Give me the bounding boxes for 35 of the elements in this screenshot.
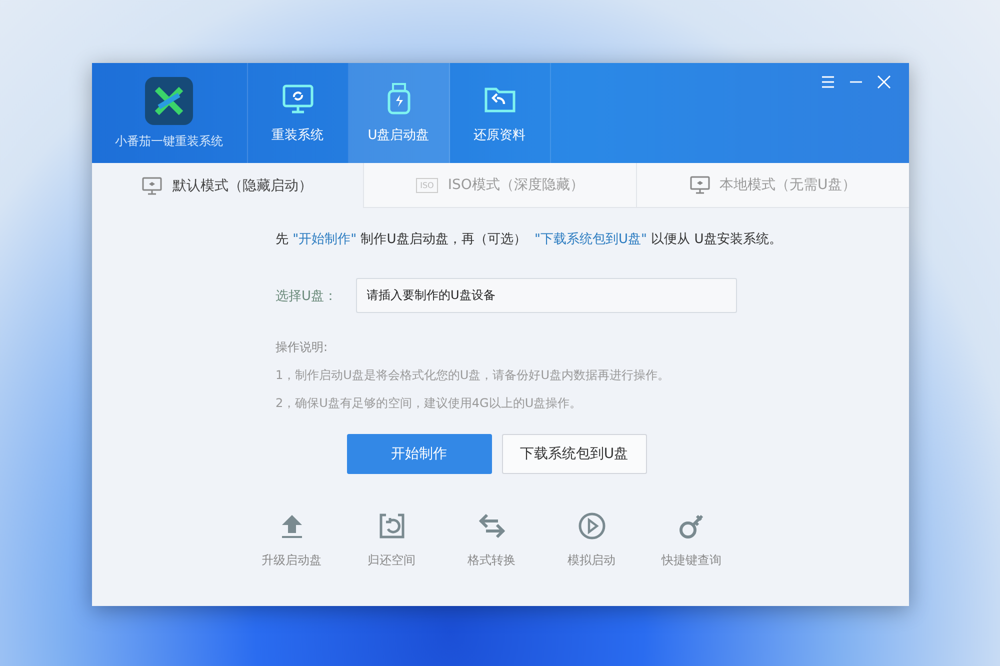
note-text: 2，确保U盘有足够的空间，建议使用4G以上的U盘操作。 xyxy=(276,395,583,412)
tool-item[interactable]: 格式转换 xyxy=(442,512,542,569)
tool-item[interactable]: 升级启动盘 xyxy=(242,512,342,569)
field-label: 选择U盘： xyxy=(276,288,338,304)
monitor-icon xyxy=(690,176,710,194)
download-button[interactable]: 下载系统包到U盘 xyxy=(502,434,646,474)
key-icon xyxy=(678,512,706,540)
link-text[interactable]: "下载系统包到U盘" xyxy=(534,232,648,247)
iso-badge: ISO xyxy=(416,178,438,192)
start-button[interactable]: 开始制作 xyxy=(346,434,492,474)
logo-icon xyxy=(145,76,193,124)
intro-text: 先 "开始制作" 制作U盘启动盘，再（可选） "下载系统包到U盘" 以便从 U盘安装系统。 xyxy=(276,231,783,248)
swap-icon xyxy=(478,512,506,540)
tool-label: 格式转换 xyxy=(468,552,516,569)
app-name: 小番茄一键重装系统 xyxy=(115,132,223,150)
nav-tab[interactable]: U盘启动盘 xyxy=(348,63,450,163)
mode-tab[interactable]: ISO ISO模式（深度隐藏） xyxy=(363,163,636,208)
link-text[interactable]: "开始制作" xyxy=(292,232,357,247)
menu-button[interactable] xyxy=(820,75,834,89)
tool-label: 模拟启动 xyxy=(568,552,616,569)
tool-label: 快捷键查询 xyxy=(662,552,722,569)
monitor-icon xyxy=(142,176,162,194)
monitor-icon xyxy=(280,82,314,116)
restore-icon xyxy=(378,512,406,540)
mode-tab[interactable]: 本地模式（无需U盘） xyxy=(636,163,909,208)
tool-item[interactable]: 归还空间 xyxy=(342,512,442,569)
device-field[interactable]: 请插入要制作的U盘设备 xyxy=(356,278,736,313)
notes-title: 操作说明: xyxy=(276,339,329,356)
tool-item[interactable]: 模拟启动 xyxy=(542,512,642,569)
note-text: 1，制作启动U盘是将会格式化您的U盘，请备份好U盘内数据再进行操作。 xyxy=(276,367,670,384)
tool-label: 升级启动盘 xyxy=(262,552,322,569)
play-icon xyxy=(578,512,606,540)
tool-label: 归还空间 xyxy=(368,552,416,569)
tool-item[interactable]: 快捷键查询 xyxy=(642,512,742,569)
close-button[interactable] xyxy=(876,75,890,89)
